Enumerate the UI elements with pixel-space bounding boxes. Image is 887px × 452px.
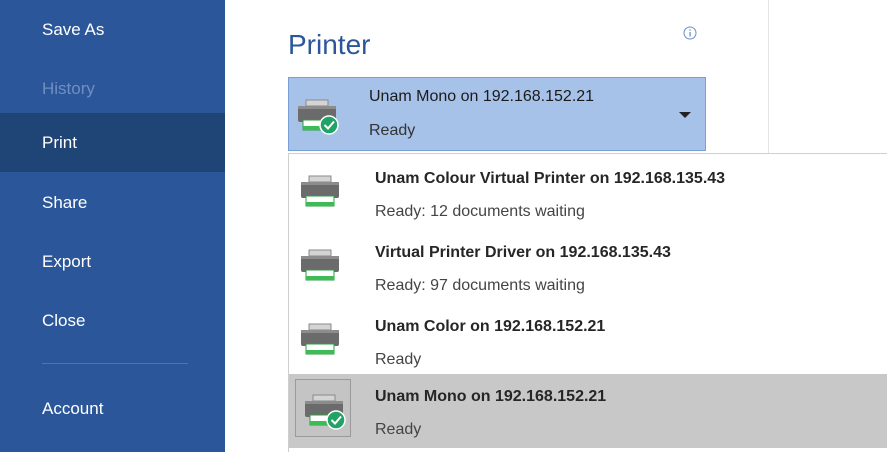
selected-printer-name: Unam Mono on 192.168.152.21 <box>369 88 595 105</box>
page-title: Printer <box>288 29 371 60</box>
printer-option-status: Ready: 12 documents waiting <box>375 203 585 220</box>
printer-icon <box>299 174 343 217</box>
printer-option-status: Ready: 97 documents waiting <box>375 277 585 294</box>
printer-option-status: Ready <box>375 351 422 368</box>
nav-item-save-as[interactable]: Save As <box>0 0 225 59</box>
nav-item-label: Share <box>42 192 88 212</box>
nav-item-export[interactable]: Export <box>0 232 225 291</box>
nav-divider <box>42 363 188 364</box>
info-icon[interactable] <box>683 26 697 40</box>
print-panel: Printer Unam Mono on 192.168.152.21 Read… <box>225 0 887 452</box>
printer-select[interactable]: Unam Mono on 192.168.152.21 Ready <box>288 77 706 151</box>
printer-ready-icon <box>295 379 351 437</box>
nav-item-label: Close <box>42 310 86 330</box>
printer-option-name: Virtual Printer Driver on 192.168.135.43 <box>375 244 671 261</box>
chevron-down-icon <box>679 112 691 118</box>
selected-printer-status: Ready <box>369 122 416 139</box>
nav-item-label: Account <box>42 398 104 418</box>
printer-option-selected[interactable]: Unam Mono on 192.168.152.21 Ready <box>289 374 887 448</box>
nav-item-label: Export <box>42 251 92 271</box>
printer-option-status: Ready <box>375 421 422 438</box>
printer-option-name: Unam Color on 192.168.152.21 <box>375 318 606 335</box>
nav-item-label: History <box>42 78 95 98</box>
printer-option[interactable]: Unam Color on 192.168.152.21 Ready <box>289 304 887 378</box>
printer-icon <box>299 322 343 365</box>
printer-option-name: Unam Colour Virtual Printer on 192.168.1… <box>375 170 726 187</box>
column-divider <box>768 0 769 153</box>
printer-option-name: Unam Mono on 192.168.152.21 <box>375 388 607 405</box>
nav-item-print[interactable]: Print <box>0 113 225 172</box>
printer-icon <box>299 248 343 291</box>
nav-item-account[interactable]: Account <box>0 379 225 438</box>
printer-option[interactable]: Unam Colour Virtual Printer on 192.168.1… <box>289 156 887 230</box>
backstage-nav: Save As History Print Share Export Close… <box>0 0 225 452</box>
printer-ready-icon <box>296 98 340 141</box>
printer-option[interactable]: Virtual Printer Driver on 192.168.135.43… <box>289 230 887 304</box>
nav-item-share[interactable]: Share <box>0 173 225 232</box>
nav-item-label: Save As <box>42 19 105 39</box>
nav-item-label: Print <box>42 132 77 152</box>
nav-item-close[interactable]: Close <box>0 291 225 350</box>
printer-dropdown-list: Unam Colour Virtual Printer on 192.168.1… <box>288 153 887 452</box>
nav-item-history: History <box>0 59 225 118</box>
